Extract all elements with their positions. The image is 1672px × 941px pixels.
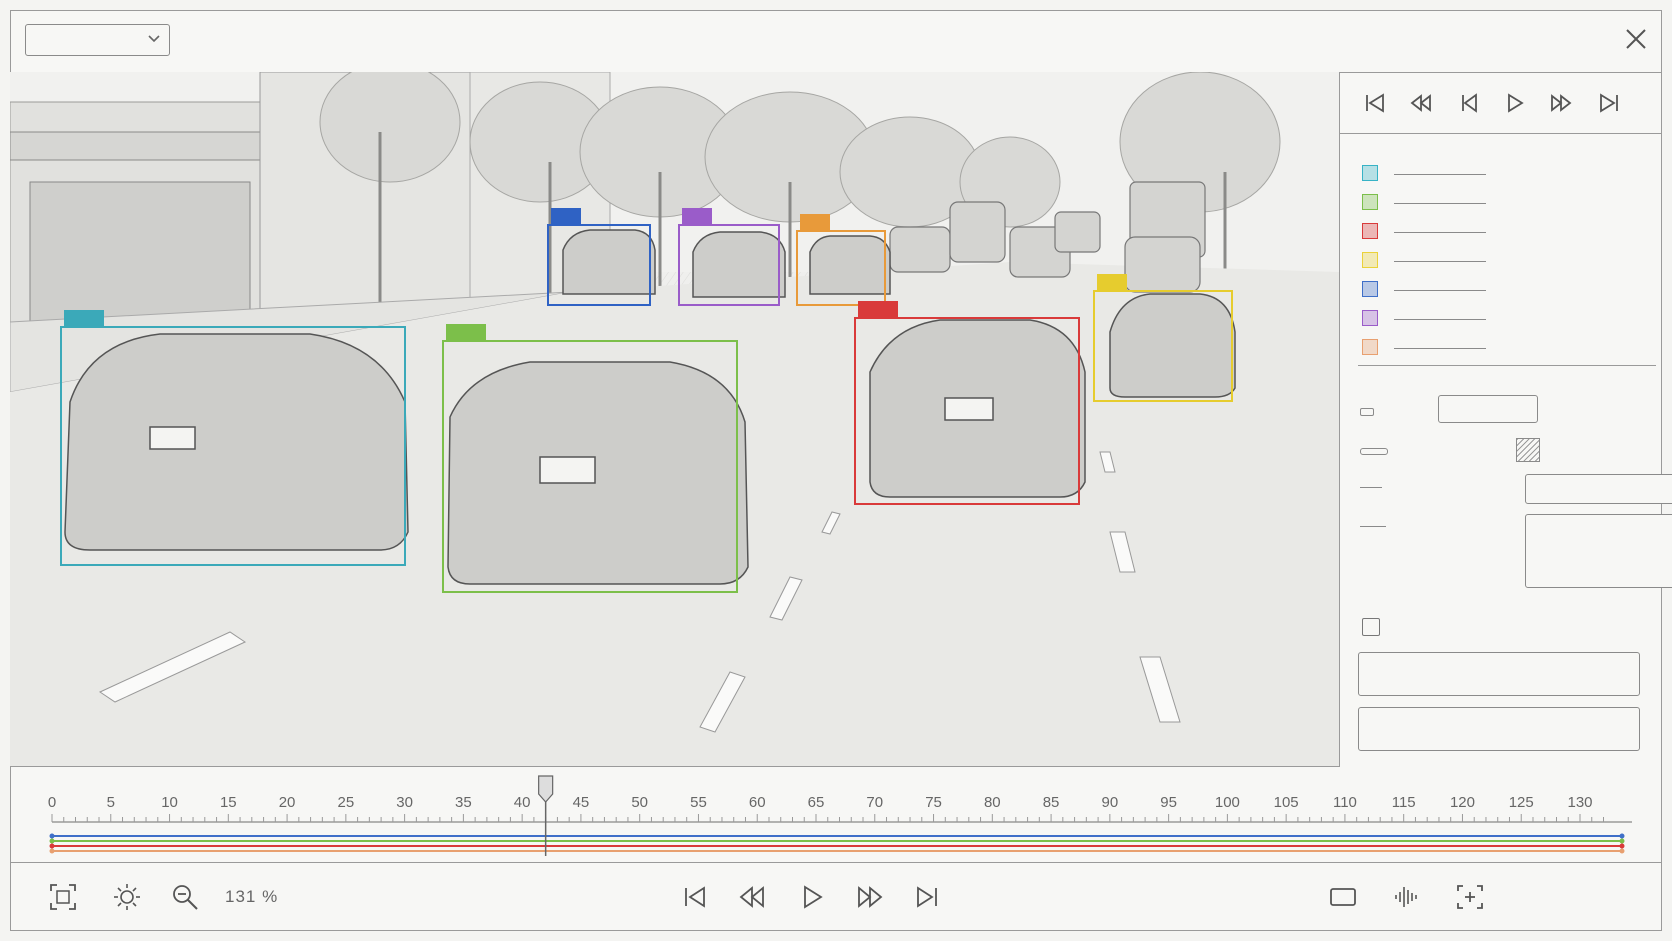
- last-frame-icon[interactable]: [912, 882, 942, 912]
- class-label-placeholder: [1394, 203, 1486, 204]
- class-label-placeholder: [1394, 174, 1486, 175]
- class-list-item[interactable]: [1362, 165, 1622, 183]
- timeline-track-start: [49, 838, 55, 844]
- field-label-line: [1360, 487, 1382, 488]
- panel-playback-controls: [1340, 72, 1662, 134]
- class-color-swatch: [1362, 223, 1378, 239]
- class-color-swatch: [1362, 310, 1378, 326]
- class-list-item[interactable]: [1362, 281, 1622, 299]
- field-label-icon: [1360, 408, 1374, 416]
- attribute-dropdown[interactable]: [1525, 474, 1672, 504]
- bounding-box[interactable]: [1093, 274, 1233, 402]
- bounding-box-label-tag[interactable]: [551, 208, 581, 224]
- previous-frame-icon[interactable]: [1456, 90, 1482, 116]
- rewind-icon[interactable]: [1408, 90, 1434, 116]
- class-color-swatch: [1362, 165, 1378, 181]
- fast-forward-icon[interactable]: [1548, 90, 1574, 116]
- class-list-item[interactable]: [1362, 194, 1622, 212]
- bounding-box-label-tag[interactable]: [446, 324, 486, 340]
- chevron-down-icon: [148, 35, 160, 43]
- timeline-track-start: [49, 848, 55, 854]
- add-region-icon[interactable]: [1455, 882, 1485, 912]
- play-icon[interactable]: [1502, 90, 1528, 116]
- panel-button-2[interactable]: [1358, 707, 1640, 751]
- first-frame-icon[interactable]: [680, 882, 710, 912]
- play-icon[interactable]: [797, 882, 827, 912]
- audio-waveform-icon[interactable]: [1392, 882, 1422, 912]
- bounding-box-label-tag[interactable]: [858, 301, 898, 317]
- bounding-box[interactable]: [60, 310, 406, 566]
- bounding-box-label-tag[interactable]: [64, 310, 104, 326]
- panel-divider: [1358, 365, 1656, 366]
- class-list-item[interactable]: [1362, 310, 1622, 328]
- timeline-track-end: [1619, 843, 1625, 849]
- bounding-box[interactable]: [547, 208, 651, 306]
- video-selector-dropdown[interactable]: [25, 24, 170, 56]
- timeline-track-end: [1619, 838, 1625, 844]
- checkbox[interactable]: [1362, 618, 1380, 636]
- zoom-level: 131 %: [225, 887, 279, 906]
- color-swatch-picker[interactable]: [1516, 438, 1540, 462]
- fast-forward-icon[interactable]: [855, 882, 885, 912]
- timeline-track-end: [1619, 833, 1625, 839]
- text-field[interactable]: [1438, 395, 1538, 423]
- class-list-item[interactable]: [1362, 252, 1622, 270]
- fit-to-screen-icon[interactable]: [48, 882, 78, 912]
- video-canvas[interactable]: [10, 72, 1340, 767]
- zoom-out-icon[interactable]: [170, 882, 200, 912]
- bounding-box[interactable]: [442, 324, 738, 593]
- class-color-swatch: [1362, 252, 1378, 268]
- class-list-item[interactable]: [1362, 223, 1622, 241]
- brightness-icon[interactable]: [112, 882, 142, 912]
- class-label-placeholder: [1394, 290, 1486, 291]
- class-color-swatch: [1362, 281, 1378, 297]
- field-label-line: [1360, 526, 1386, 527]
- class-color-swatch: [1362, 339, 1378, 355]
- bounding-box[interactable]: [678, 208, 780, 306]
- class-label-placeholder: [1394, 319, 1486, 320]
- timeline-track-start: [49, 843, 55, 849]
- bounding-box-label-tag[interactable]: [800, 214, 830, 230]
- field-label-icon: [1360, 448, 1388, 455]
- rewind-icon[interactable]: [737, 882, 767, 912]
- timeline-ruler[interactable]: [0, 775, 1672, 860]
- first-frame-icon[interactable]: [1362, 90, 1388, 116]
- class-label-placeholder: [1394, 232, 1486, 233]
- notes-textarea[interactable]: [1525, 514, 1672, 588]
- class-color-swatch: [1362, 194, 1378, 210]
- top-bar: [10, 10, 1340, 73]
- bounding-box-label-tag[interactable]: [1097, 274, 1127, 290]
- bounding-box-tool-icon[interactable]: [1328, 882, 1358, 912]
- class-label-placeholder: [1394, 261, 1486, 262]
- panel-button-1[interactable]: [1358, 652, 1640, 696]
- class-label-placeholder: [1394, 348, 1486, 349]
- timeline-track-start: [49, 833, 55, 839]
- bounding-box[interactable]: [854, 301, 1080, 505]
- timeline-track-end: [1619, 848, 1625, 854]
- last-frame-icon[interactable]: [1596, 90, 1622, 116]
- annotation-panel: [1340, 10, 1672, 766]
- bounding-box[interactable]: [796, 214, 886, 306]
- bounding-box-label-tag[interactable]: [682, 208, 712, 224]
- class-list-item[interactable]: [1362, 339, 1622, 357]
